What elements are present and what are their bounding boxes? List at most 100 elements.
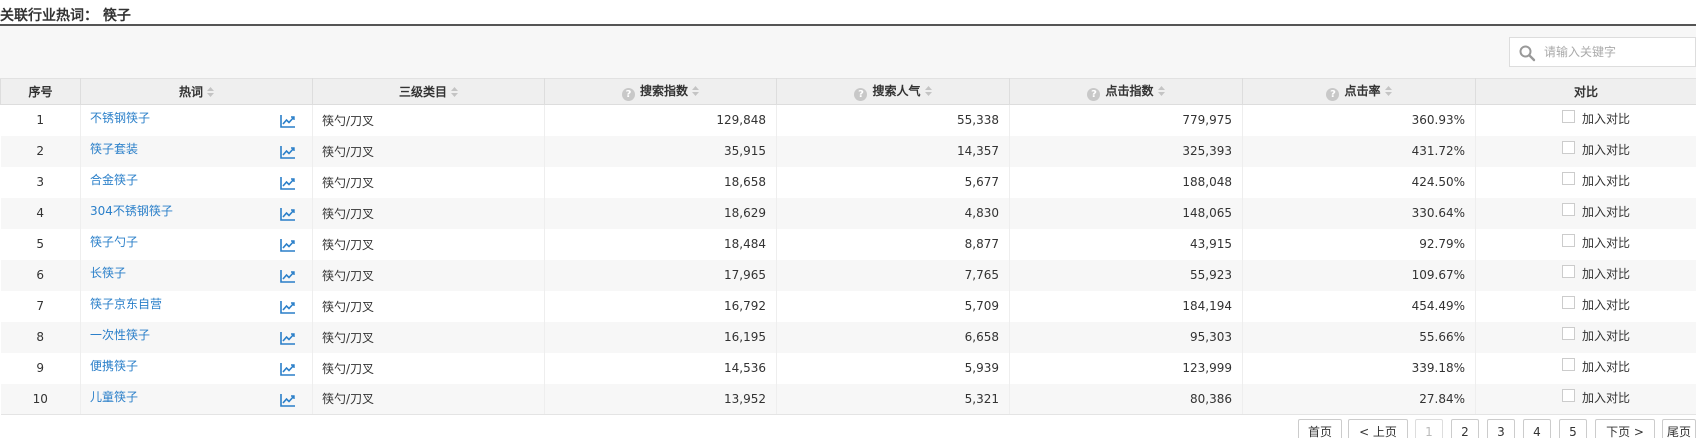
row-index: 2 xyxy=(0,135,81,167)
page-button-5[interactable]: 5 xyxy=(1559,419,1587,438)
table-row: 5 筷子勺子 筷勺/刀叉 18,484 8,877 43,915 92.79% 加入对比 xyxy=(1,228,1696,260)
row-index: 5 xyxy=(36,237,45,251)
keyword-cell: 便携筷子 xyxy=(80,352,313,384)
trend-chart-icon[interactable] xyxy=(280,176,296,190)
col-header-category[interactable]: 三级类目 xyxy=(312,78,545,105)
keyword-link[interactable]: 304不锈钢筷子 xyxy=(90,202,173,219)
keyword-link[interactable]: 合金筷子 xyxy=(90,171,138,188)
prev-page-button[interactable]: < 上页 xyxy=(1348,419,1408,438)
keyword-cell: 长筷子 xyxy=(80,259,313,291)
compare-label[interactable]: 加入对比 xyxy=(1582,389,1630,406)
click-index-cell: 55,923 xyxy=(1009,259,1243,291)
trend-chart-icon[interactable] xyxy=(280,114,296,128)
keyword-link[interactable]: 不锈钢筷子 xyxy=(90,109,150,126)
compare-checkbox[interactable] xyxy=(1562,110,1575,123)
col-header-click-index[interactable]: ? 点击指数 xyxy=(1009,78,1243,105)
keyword-link[interactable]: 儿童筷子 xyxy=(90,388,138,405)
search-index-cell: 18,484 xyxy=(544,228,777,260)
table-row: 8 一次性筷子 筷勺/刀叉 16,195 6,658 95,303 55.66% 加入对比 xyxy=(0,321,1696,353)
trend-chart-icon[interactable] xyxy=(280,269,296,283)
click-index-cell: 95,303 xyxy=(1009,321,1243,353)
compare-label[interactable]: 加入对比 xyxy=(1582,296,1630,313)
compare-label[interactable]: 加入对比 xyxy=(1582,234,1630,251)
compare-label[interactable]: 加入对比 xyxy=(1582,172,1630,189)
keyword-link[interactable]: 筷子套装 xyxy=(90,140,138,157)
page-button-3[interactable]: 3 xyxy=(1487,419,1515,438)
sort-icon[interactable] xyxy=(692,86,699,96)
compare-checkbox[interactable] xyxy=(1562,140,1575,154)
search-input[interactable] xyxy=(1544,43,1694,61)
trend-chart-icon[interactable] xyxy=(280,331,296,345)
keyword-link[interactable]: 便携筷子 xyxy=(90,357,138,374)
row-index: 3 xyxy=(36,175,45,189)
compare-checkbox[interactable] xyxy=(1562,326,1575,340)
last-page-button[interactable]: 尾页 xyxy=(1662,419,1696,438)
table-row: 6 长筷子 筷勺/刀叉 17,965 7,765 55,923 109.67% 加入对比 xyxy=(0,259,1696,291)
help-icon[interactable]: ? xyxy=(621,88,635,101)
search-popularity-cell: 5,321 xyxy=(776,383,1010,415)
compare-label[interactable]: 加入对比 xyxy=(1582,327,1630,344)
page-button-4[interactable]: 4 xyxy=(1523,419,1551,438)
compare-label[interactable]: 加入对比 xyxy=(1582,141,1630,158)
compare-cell: 加入对比 xyxy=(1475,290,1696,322)
click-rate-cell: 339.18% xyxy=(1242,352,1476,384)
compare-checkbox[interactable] xyxy=(1562,388,1575,402)
trend-chart-icon[interactable] xyxy=(280,207,296,221)
compare-checkbox[interactable] xyxy=(1562,295,1575,309)
search-popularity-cell: 14,357 xyxy=(776,135,1010,167)
sort-icon[interactable] xyxy=(451,87,458,97)
search-popularity-cell: 4,830 xyxy=(776,197,1010,229)
trend-chart-icon[interactable] xyxy=(280,145,296,159)
click-rate-cell: 109.67% xyxy=(1242,259,1476,291)
trend-chart-icon[interactable] xyxy=(280,238,296,252)
search-popularity-cell: 5,677 xyxy=(776,166,1010,198)
page-button-2[interactable]: 2 xyxy=(1451,419,1479,438)
keyword-link[interactable]: 筷子勺子 xyxy=(90,233,138,250)
sort-icon[interactable] xyxy=(1157,86,1165,96)
keyword-cell: 筷子勺子 xyxy=(80,228,313,260)
col-header-keyword[interactable]: 热词 xyxy=(80,78,313,105)
col-header-search-index[interactable]: ? 搜索指数 xyxy=(544,78,777,105)
trend-chart-icon[interactable] xyxy=(280,300,296,314)
compare-checkbox[interactable] xyxy=(1562,202,1575,216)
next-page-button[interactable]: 下页 > xyxy=(1595,419,1655,438)
compare-checkbox[interactable] xyxy=(1562,357,1575,371)
toolbar xyxy=(0,26,1696,78)
compare-checkbox[interactable] xyxy=(1562,233,1575,247)
compare-label[interactable]: 加入对比 xyxy=(1582,203,1630,220)
first-page-button[interactable]: 首页 xyxy=(1298,419,1342,438)
help-icon[interactable]: ? xyxy=(1326,88,1340,101)
search-index-cell: 18,629 xyxy=(544,197,777,229)
keyword-cell: 不锈钢筷子 xyxy=(80,104,313,136)
sort-icon[interactable] xyxy=(924,86,932,96)
search-icon[interactable] xyxy=(1518,44,1536,62)
page-button-1[interactable]: 1 xyxy=(1415,419,1443,438)
compare-cell: 加入对比 xyxy=(1475,166,1696,198)
help-icon[interactable]: ? xyxy=(1087,88,1101,101)
sort-icon[interactable] xyxy=(1384,86,1392,96)
keyword-link[interactable]: 长筷子 xyxy=(90,264,126,281)
compare-label[interactable]: 加入对比 xyxy=(1582,358,1630,375)
category-cell: 筷勺/刀叉 xyxy=(312,290,545,322)
compare-checkbox[interactable] xyxy=(1562,264,1575,278)
keyword-link[interactable]: 筷子京东自营 xyxy=(90,295,162,312)
compare-label[interactable]: 加入对比 xyxy=(1582,265,1630,282)
help-icon[interactable]: ? xyxy=(854,88,868,101)
click-index-cell: 80,386 xyxy=(1009,383,1243,415)
keyword-table: 序号 热词 三级类目 ? 搜索指数 ? 搜索人气 ? 点击指数 ? 点击率 对比 1 不锈… xyxy=(0,78,1696,415)
search-popularity-cell: 8,877 xyxy=(776,228,1010,260)
click-index-cell: 43,915 xyxy=(1009,228,1243,260)
compare-label[interactable]: 加入对比 xyxy=(1582,110,1630,127)
category-cell: 筷勺/刀叉 xyxy=(312,166,545,198)
page-title: 关联行业热词： 筷子 xyxy=(0,8,131,24)
trend-chart-icon[interactable] xyxy=(280,362,296,376)
trend-chart-icon[interactable] xyxy=(280,393,296,407)
keyword-cell: 304不锈钢筷子 xyxy=(80,197,313,229)
search-box[interactable] xyxy=(1509,37,1696,67)
row-index: 1 xyxy=(36,113,45,128)
sort-icon[interactable] xyxy=(207,87,214,97)
keyword-link[interactable]: 一次性筷子 xyxy=(90,326,150,343)
col-header-search-popularity[interactable]: ? 搜索人气 xyxy=(776,78,1010,105)
col-header-click-rate[interactable]: ? 点击率 xyxy=(1242,78,1476,105)
compare-checkbox[interactable] xyxy=(1562,171,1575,185)
